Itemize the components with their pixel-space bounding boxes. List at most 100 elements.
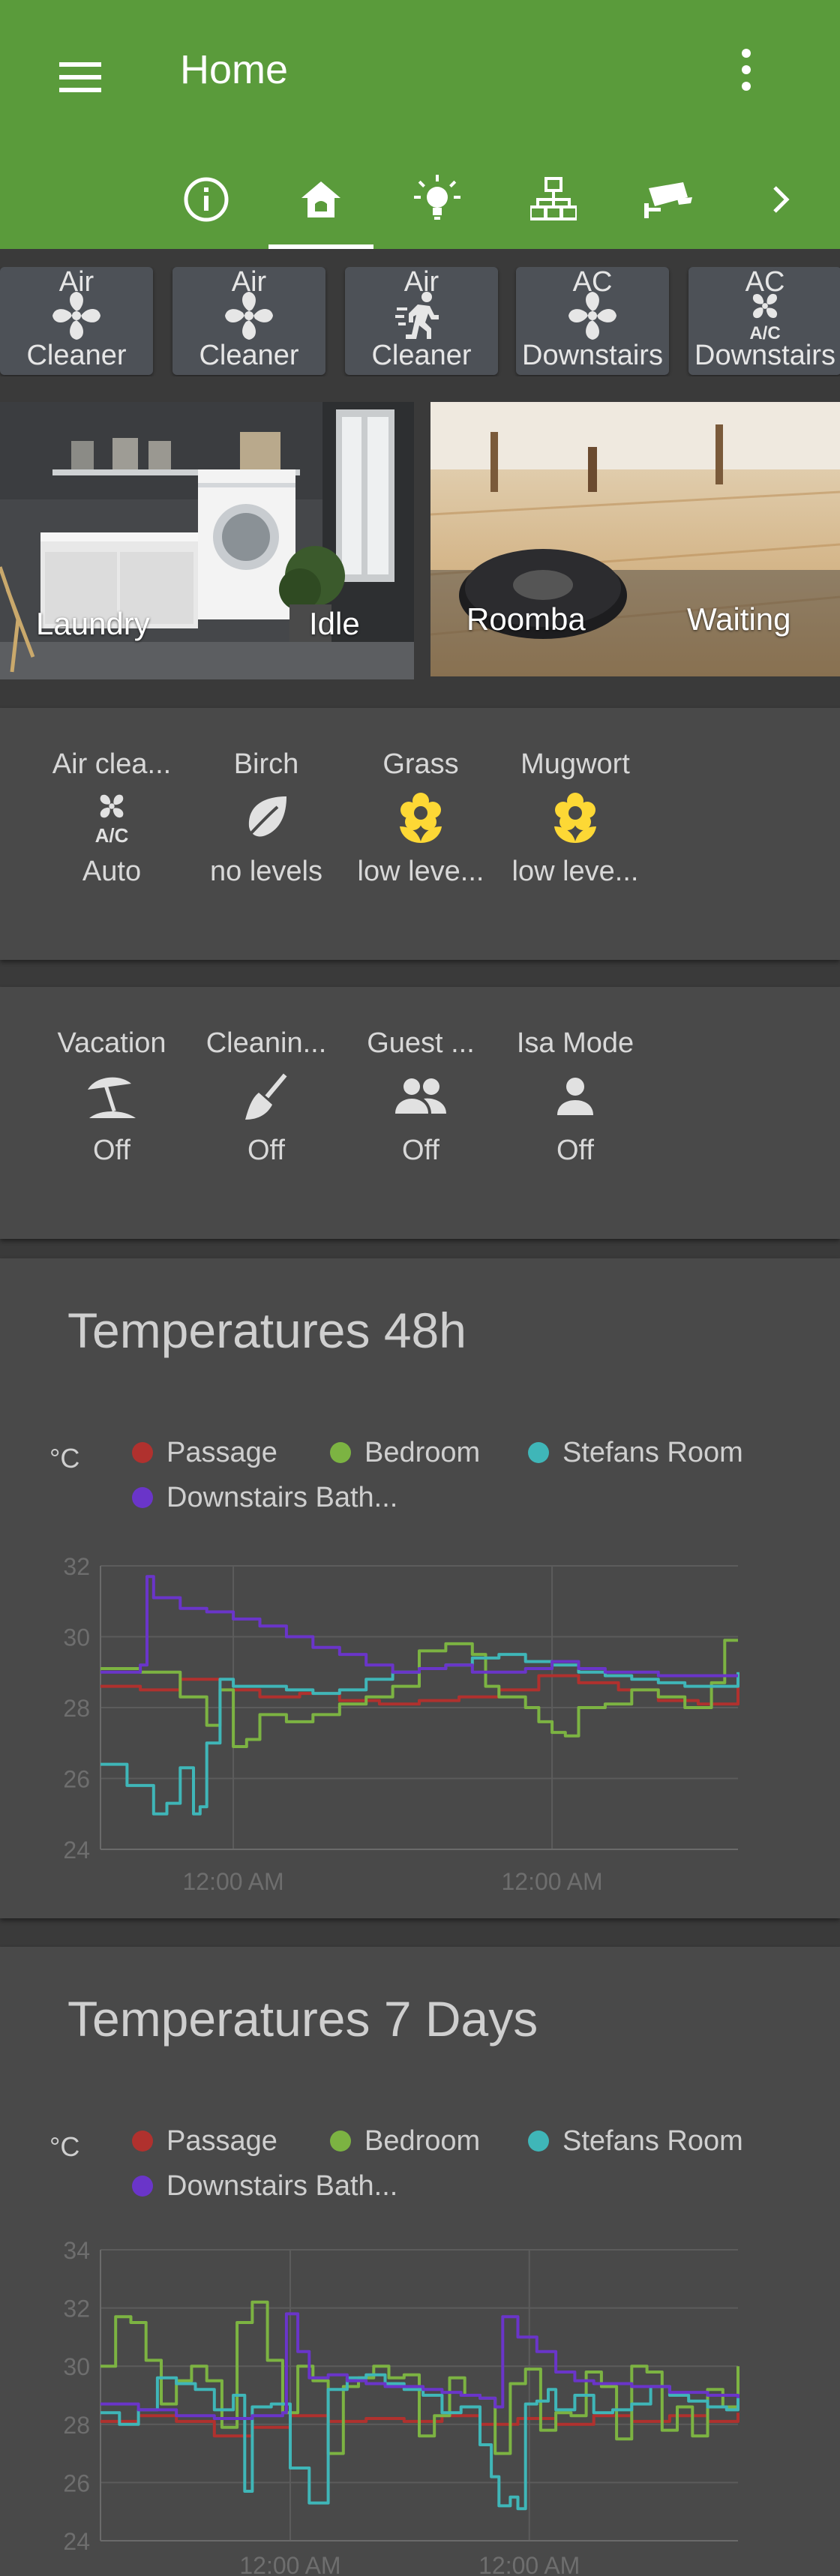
button-bottom-label: Cleaner [26,340,127,371]
beach-icon [88,1077,136,1118]
glance-item-name: Guest ... [367,1027,475,1059]
app-bar: Home [0,0,840,249]
y-tick-label: 24 [63,2528,90,2555]
menu-button[interactable] [46,43,114,111]
legend-item-bedroom[interactable]: Bedroom [330,2125,480,2158]
roomba-picture-card[interactable]: Roomba Waiting [430,402,840,676]
cctv-icon [644,182,692,218]
button-bottom-label: Cleaner [199,340,299,371]
glance-item-guest[interactable]: Guest ... Off [344,1027,498,1167]
legend-label: Downstairs Bath... [166,2170,398,2202]
legend-label: Bedroom [364,1437,481,1468]
legend-label: Bedroom [364,2125,481,2157]
y-tick-label: 28 [63,2412,90,2439]
glance-item-state: Off [248,1135,285,1166]
glance-item-name: Grass [382,748,459,780]
tab-lights[interactable] [385,150,490,249]
unit-label: °C [50,2131,80,2162]
button-bottom-label: Downstairs [522,340,663,371]
legend-item-downstairs-bath[interactable]: Downstairs Bath... [132,2170,398,2203]
glance-item-state: Auto [82,856,142,887]
y-tick-label: 26 [63,2470,90,2497]
tab-info[interactable] [154,150,259,249]
glance-item-name: Air clea... [52,748,172,780]
ac-downstairs-button-2[interactable]: AC A/C Downstairs [688,267,840,375]
legend-item-bedroom[interactable]: Bedroom [330,1437,480,1469]
temperatures-7days-card: Temperatures 7 Days °C Passage Bedroom S… [0,1947,840,2576]
flower-icon [554,793,596,843]
glance-item-air-cleaner[interactable]: Air clea... A/C Auto [34,748,189,888]
legend-item-passage[interactable]: Passage [132,2125,278,2158]
tab-cameras[interactable] [616,150,722,249]
legend-dot [132,1487,153,1508]
legend-dot [132,2176,153,2197]
air-conditioner-icon: A/C [749,293,781,342]
glance-item-name: Isa Mode [516,1027,634,1059]
legend-item-downstairs-bath[interactable]: Downstairs Bath... [132,1482,398,1514]
x-tick-label: 12:00 AM [239,2552,340,2576]
view-tabs [0,150,840,249]
account-multiple-icon [395,1078,446,1114]
y-tick-label: 30 [63,1624,90,1651]
air-cleaner-button-2[interactable]: Air Cleaner [172,267,326,375]
glance-item-state: Off [556,1135,594,1166]
legend-item-passage[interactable]: Passage [132,1437,278,1469]
flower-icon [400,793,442,843]
glance-item-state: low leve... [512,856,639,887]
laundry-picture-card[interactable]: Laundry Idle [0,402,414,679]
allergy-glance-card: Air clea... A/C Auto Birch no levels Gra… [0,708,840,960]
tab-home[interactable] [268,150,374,249]
svg-text:A/C: A/C [95,824,129,847]
glance-item-grass[interactable]: Grass low leve... [344,748,498,888]
glance-item-name: Mugwort [520,748,630,780]
button-bottom-label: Cleaner [371,340,472,371]
x-tick-label: 12:00 AM [501,1868,602,1895]
series-line-bedroom[interactable] [100,1639,738,1748]
glance-item-state: low leve... [357,856,484,887]
legend-dot [330,1442,351,1463]
temperature-7days-chart: 24 26 28 30 32 34 12:00 AM 12:00 AM [63,2237,740,2576]
legend-item-stefans-room[interactable]: Stefans Room [528,2125,743,2158]
run-icon [395,292,439,339]
info-icon [184,177,229,222]
glance-item-name: Vacation [57,1027,166,1059]
legend-label: Passage [166,2125,278,2157]
more-options-button[interactable] [712,36,780,103]
graph-title: Temperatures 48h [68,1303,466,1358]
tab-network[interactable] [501,150,606,249]
y-tick-label: 32 [63,2296,90,2323]
legend-dot [132,2131,153,2152]
glance-item-mugwort[interactable]: Mugwort low leve... [498,748,652,888]
roomba-state: Waiting [687,601,791,637]
glance-item-isa-mode[interactable]: Isa Mode Off [498,1027,652,1167]
y-tick-label: 26 [63,1766,90,1793]
y-tick-label: 24 [63,1837,90,1864]
ac-downstairs-button-1[interactable]: AC Downstairs [516,267,669,375]
lightbulb-icon [414,175,460,220]
tabs-scroll-right[interactable] [729,150,834,249]
temperature-48h-chart: 24 26 28 30 32 12:00 AM 12:00 AM [63,1553,740,1895]
x-tick-label: 12:00 AM [182,1868,284,1895]
entity-button-row: Air Cleaner Air Cleaner Air Cleaner AC D… [0,267,840,376]
modes-glance-card: Vacation Off Cleanin... Off Guest ... Of… [0,987,840,1239]
legend-item-stefans-room[interactable]: Stefans Room [528,1437,743,1469]
menu-icon [59,62,101,92]
dots-vertical-icon [742,49,751,91]
legend-label: Stefans Room [562,2125,743,2157]
home-icon [302,181,340,217]
glance-item-birch[interactable]: Birch no levels [189,748,344,888]
air-conditioner-icon: A/C [95,794,129,847]
glance-item-cleaning[interactable]: Cleanin... Off [189,1027,344,1167]
temperatures-48h-card: Temperatures 48h °C Passage Bedroom Stef… [0,1258,840,1918]
series-line-bedroom[interactable] [100,2300,740,2455]
legend-label: Downstairs Bath... [166,1482,398,1513]
air-cleaner-button-1[interactable]: Air Cleaner [0,267,153,375]
glance-item-vacation[interactable]: Vacation Off [34,1027,189,1167]
glance-item-state: no levels [210,856,322,887]
y-tick-label: 30 [63,2353,90,2380]
glance-item-state: Off [402,1135,440,1166]
air-cleaner-button-3[interactable]: Air Cleaner [345,267,498,375]
glance-item-name: Birch [233,748,299,780]
unit-label: °C [50,1443,80,1474]
laundry-state: Idle [309,606,360,641]
